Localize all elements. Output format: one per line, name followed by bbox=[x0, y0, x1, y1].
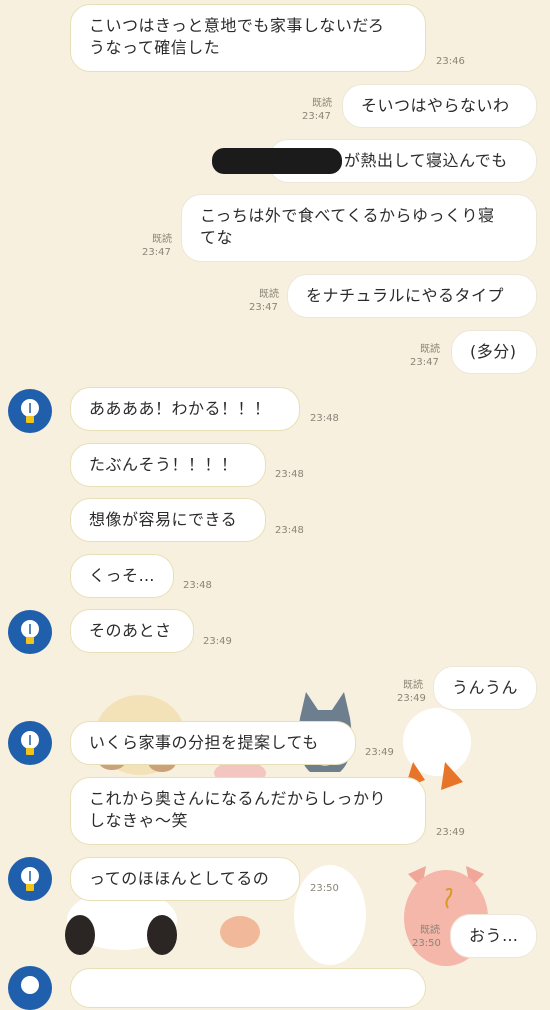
message-bubble: いくら家事の分担を提案しても bbox=[70, 721, 356, 765]
message-time: 23:46 bbox=[436, 56, 465, 67]
sticker-white-bunny-icon bbox=[294, 865, 366, 965]
message-text: が熱出して寝込んでも bbox=[344, 151, 508, 170]
message-bubble: そいつはやらないわ bbox=[342, 84, 537, 128]
message-text: いくら家事の分担を提案しても bbox=[89, 733, 319, 752]
redaction-mark bbox=[212, 148, 342, 174]
message-text: (多分) bbox=[470, 342, 517, 361]
message-bubble: をナチュラルにやるタイプ bbox=[287, 274, 537, 318]
message-text: をナチュラルにやるタイプ bbox=[306, 286, 505, 305]
avatar[interactable] bbox=[8, 610, 52, 654]
message-time: 23:48 bbox=[183, 580, 212, 591]
message-bubble: これから奥さんになるんだからしっかり しなきゃ〜笑 bbox=[70, 777, 426, 845]
message-time: 23:47 bbox=[302, 111, 331, 122]
message-bubble: ああああ！わかる！！！ bbox=[70, 387, 300, 431]
message-text: たぶんそう！！！！ bbox=[89, 455, 238, 474]
message-time: 23:49 bbox=[436, 827, 465, 838]
avatar[interactable] bbox=[8, 721, 52, 765]
read-receipt: 既読 bbox=[152, 234, 172, 245]
message-bubble: 想像が容易にできる bbox=[70, 498, 266, 542]
message-bubble: こいつはきっと意地でも家事しないだろ うなって確信した bbox=[70, 4, 426, 72]
message-time: 23:49 bbox=[397, 693, 426, 704]
message-bubble: こっちは外で食べてくるからゆっくり寝 てな bbox=[181, 194, 537, 262]
message-bubble: くっそ… bbox=[70, 554, 174, 598]
message-time: 23:48 bbox=[275, 525, 304, 536]
read-receipt: 既読 bbox=[259, 289, 279, 300]
message-text-line: てな bbox=[200, 228, 234, 247]
avatar[interactable] bbox=[8, 389, 52, 433]
message-bubble: (多分) bbox=[451, 330, 537, 374]
message-text-line: こいつはきっと意地でも家事しないだろ bbox=[89, 16, 385, 35]
message-time: 23:50 bbox=[310, 883, 339, 894]
message-bubble: ってのほほんとしてるの bbox=[70, 857, 300, 901]
avatar[interactable] bbox=[8, 966, 52, 1010]
message-text: そいつはやらないわ bbox=[361, 96, 510, 115]
message-text: くっそ… bbox=[89, 566, 156, 585]
message-text: ああああ！わかる！！！ bbox=[89, 399, 271, 418]
message-time: 23:47 bbox=[142, 247, 171, 258]
lightbulb-icon bbox=[21, 399, 39, 423]
message-text: ってのほほんとしてるの bbox=[89, 869, 270, 888]
message-text-line: こっちは外で食べてくるからゆっくり寝 bbox=[200, 206, 495, 225]
message-bubble: おう… bbox=[450, 914, 537, 958]
message-text-line: しなきゃ〜笑 bbox=[89, 811, 189, 830]
message-time: 23:47 bbox=[410, 357, 439, 368]
avatar[interactable] bbox=[8, 857, 52, 901]
read-receipt: 既読 bbox=[420, 344, 440, 355]
message-time: 23:49 bbox=[365, 747, 394, 758]
message-text-line: これから奥さんになるんだからしっかり bbox=[89, 789, 387, 808]
message-time: 23:48 bbox=[310, 413, 339, 424]
chat-area[interactable]: こいつはきっと意地でも家事しないだろ うなって確信した 23:46 既読 23:… bbox=[0, 0, 550, 1010]
message-bubble: たぶんそう！！！！ bbox=[70, 443, 266, 487]
lightbulb-icon bbox=[21, 620, 39, 644]
message-bubble bbox=[70, 968, 426, 1008]
lightbulb-icon bbox=[21, 867, 39, 891]
read-receipt: 既読 bbox=[403, 680, 423, 691]
message-text-line: うなって確信した bbox=[89, 38, 221, 57]
message-bubble: そのあとさ bbox=[70, 609, 194, 653]
message-bubble: うんうん bbox=[433, 666, 537, 710]
sticker-peach-icon bbox=[220, 916, 260, 948]
message-text: うんうん bbox=[452, 678, 519, 697]
lightbulb-icon bbox=[21, 731, 39, 755]
read-receipt: 既読 bbox=[312, 98, 332, 109]
message-time: 23:49 bbox=[203, 636, 232, 647]
message-text: 想像が容易にできる bbox=[89, 510, 238, 529]
message-time: 23:48 bbox=[275, 469, 304, 480]
message-text: そのあとさ bbox=[89, 621, 172, 640]
message-time: 23:47 bbox=[249, 302, 278, 313]
read-receipt: 既読 bbox=[420, 925, 440, 936]
message-text: おう… bbox=[469, 926, 519, 945]
lightbulb-icon bbox=[21, 976, 39, 994]
message-time: 23:50 bbox=[412, 938, 441, 949]
